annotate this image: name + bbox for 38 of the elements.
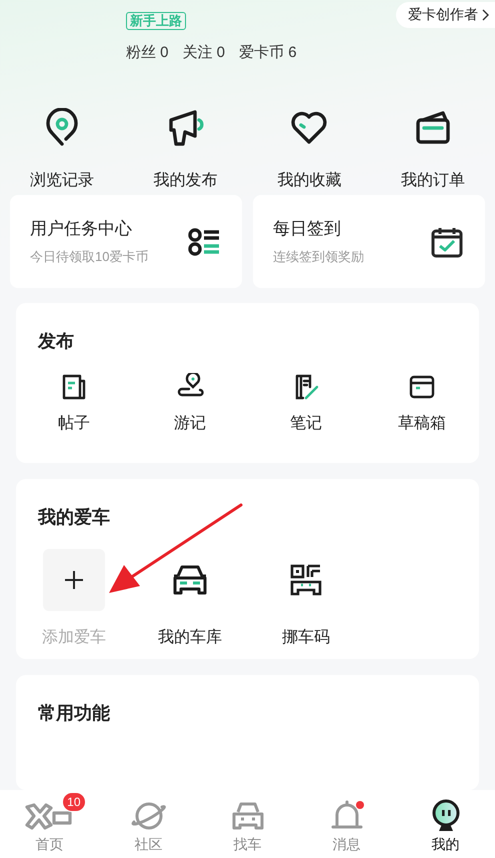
publish-option[interactable]: 帖子 <box>58 413 90 434</box>
planet-icon[interactable] <box>130 800 168 832</box>
shortcut-link[interactable]: 浏览记录 <box>30 170 94 192</box>
stat-count[interactable]: 爱卡币 6 <box>239 43 297 62</box>
section-title: 我的爱车 <box>38 506 110 530</box>
task-list-icon <box>188 226 220 258</box>
shortcut-link[interactable]: 我的收藏 <box>277 170 342 192</box>
publish-option[interactable]: 游记 <box>174 413 206 434</box>
tab-item[interactable]: 10 首页 <box>0 790 99 858</box>
plus-icon <box>64 570 84 590</box>
publish-option[interactable]: 笔记 <box>290 413 322 434</box>
stat-count[interactable]: 粉丝 0 <box>126 43 169 62</box>
publish-option[interactable]: 草稿箱 <box>398 413 446 434</box>
document-icon <box>60 373 88 401</box>
shortcut-link[interactable]: 我的订单 <box>401 170 466 192</box>
qr-code-icon <box>289 563 323 598</box>
task-card[interactable]: 用户任务中心 今日待领取10爱卡币 <box>10 195 242 288</box>
shortcut-link[interactable]: 我的发布 <box>154 170 218 192</box>
car-option[interactable]: 我的车库 <box>158 627 222 648</box>
tab-item[interactable]: 我的 <box>396 790 495 858</box>
count-badge: 10 <box>62 792 86 812</box>
calendar-check-icon <box>431 226 463 258</box>
tab-item[interactable]: 找车 <box>198 790 297 858</box>
level-badge: 新手上路 <box>126 12 186 30</box>
chevron-right-icon <box>482 9 489 21</box>
card-subtitle: 今日待领取10爱卡币 <box>30 248 150 266</box>
section-title: 常用功能 <box>38 702 110 726</box>
section-title: 发布 <box>38 330 74 353</box>
card-title: 用户任务中心 <box>30 218 133 240</box>
drafts-box-icon <box>408 373 436 401</box>
task-card[interactable]: 每日签到 连续签到领奖励 <box>253 195 485 288</box>
tab-item[interactable]: 消息 <box>297 790 396 858</box>
creator-link[interactable]: 爱卡创作者 <box>396 2 495 28</box>
stat-count[interactable]: 关注 0 <box>182 43 226 62</box>
card-title: 每日签到 <box>273 218 342 240</box>
card-subtitle: 连续签到领奖励 <box>273 248 365 266</box>
car-option[interactable]: 挪车码 <box>282 627 330 648</box>
tab-item[interactable]: 社区 <box>99 790 198 858</box>
